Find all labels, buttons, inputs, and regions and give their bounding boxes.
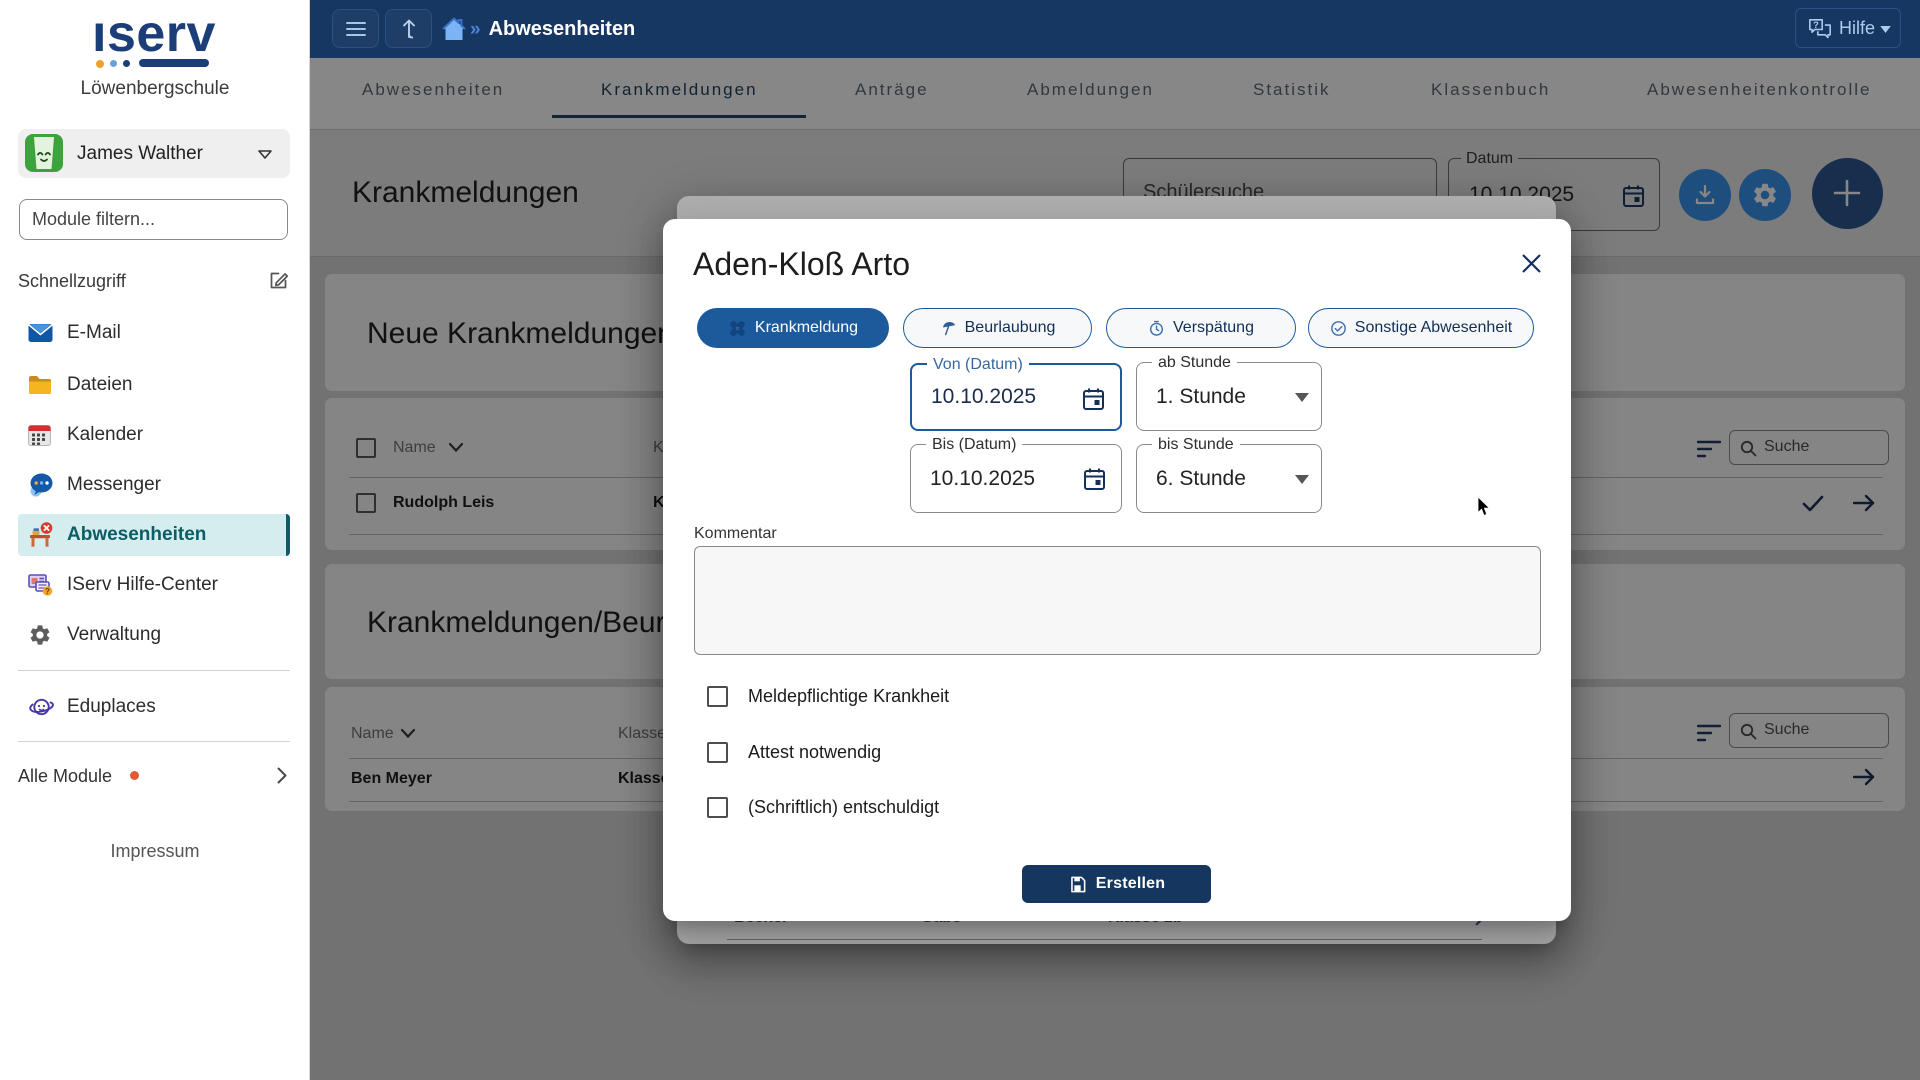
svg-text:?: ? <box>1813 20 1819 30</box>
svg-text:?: ? <box>45 587 50 596</box>
